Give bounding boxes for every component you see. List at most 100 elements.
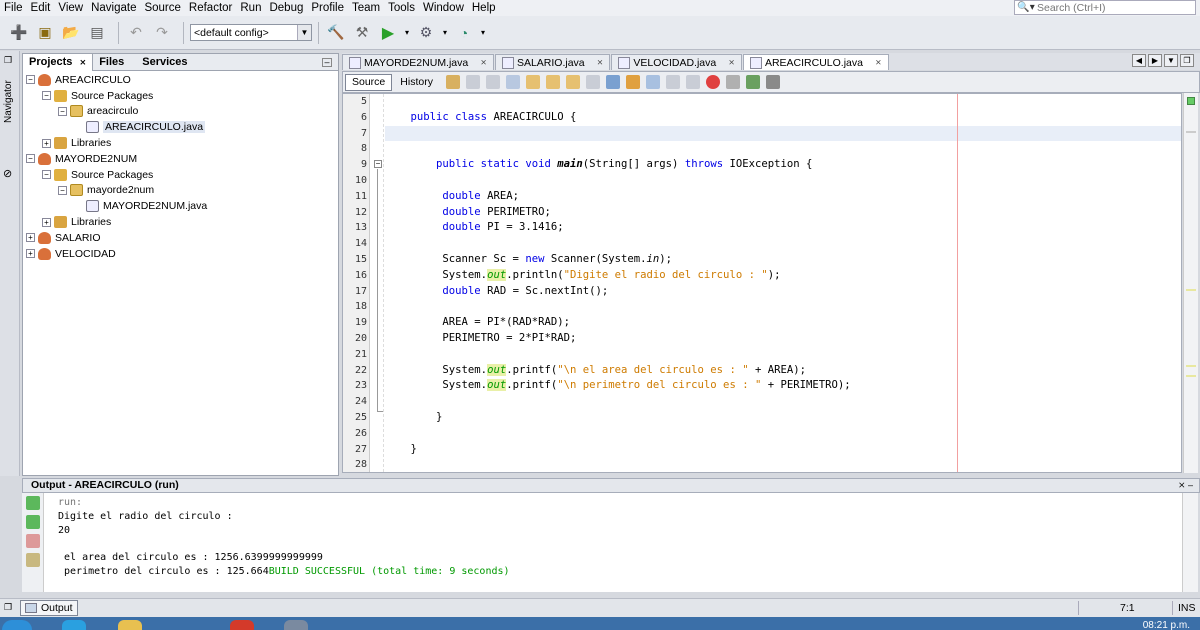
expand-icon[interactable]: + [26, 249, 35, 259]
tree-node-project[interactable]: − AREACIRCULO [23, 72, 338, 88]
code-line[interactable] [385, 94, 1181, 110]
code-line[interactable] [385, 347, 1181, 363]
editor-vertical-scrollbar[interactable] [1183, 93, 1198, 473]
code-line[interactable]: AREA = PI*(RAD*RAD); [385, 315, 1181, 331]
code-line[interactable]: } [385, 410, 1181, 426]
menu-window[interactable]: Window [419, 0, 468, 16]
scroll-tabs-left-icon[interactable]: ◀ [1132, 54, 1146, 67]
editor-tab[interactable]: MAYORDE2NUM.java ⨯ [342, 54, 494, 70]
netbeans-taskbar-icon[interactable] [284, 620, 308, 630]
code-line[interactable] [385, 394, 1181, 410]
restore-editor-icon[interactable]: ❐ [1180, 54, 1194, 67]
scroll-tabs-right-icon[interactable]: ▶ [1148, 54, 1162, 67]
tab-services[interactable]: Services [136, 54, 193, 71]
code-line[interactable] [385, 457, 1181, 472]
history-view-button[interactable]: History [394, 74, 439, 91]
ie-taskbar-icon[interactable] [62, 620, 86, 630]
tree-node-libraries[interactable]: + Libraries [23, 214, 338, 230]
editor-tab[interactable]: VELOCIDAD.java ⨯ [611, 54, 742, 70]
menu-profile[interactable]: Profile [307, 0, 348, 16]
menu-file[interactable]: File [0, 0, 27, 16]
code-line[interactable]: double AREA; [385, 189, 1181, 205]
next-bookmark-icon[interactable] [625, 75, 640, 89]
toggle-bookmark-icon[interactable] [645, 75, 660, 89]
build-hammer-icon[interactable]: 🔨 [325, 22, 347, 44]
find-previous-icon[interactable] [525, 75, 540, 89]
open-project-icon[interactable]: 📂 [60, 22, 82, 44]
code-line[interactable] [385, 236, 1181, 252]
expand-icon[interactable]: + [42, 138, 51, 148]
close-tab-icon[interactable]: ⨯ [597, 58, 604, 67]
search-box[interactable]: 🔍▾ Search (Ctrl+I) [1014, 0, 1196, 15]
code-line[interactable]: } [385, 442, 1181, 458]
collapse-icon[interactable]: − [42, 170, 51, 180]
new-file-icon[interactable]: ➕ [8, 22, 30, 44]
code-editor[interactable]: 5 6 7 8 9 10 11 12 13 14 15 16 17 18 19 20 21 22 23 24 25 26 2… [342, 93, 1182, 473]
close-tab-icon[interactable]: ⨯ [728, 58, 735, 67]
code-line[interactable]: System.out.println("Digite el radio del … [385, 268, 1181, 284]
collapse-icon[interactable]: − [26, 75, 35, 85]
stop-macro-icon[interactable] [725, 75, 740, 89]
menu-help[interactable]: Help [468, 0, 500, 16]
menu-refactor[interactable]: Refactor [185, 0, 236, 16]
comment-icon[interactable] [745, 75, 760, 89]
code-line[interactable]: System.out.printf("\n perimetro del circ… [385, 378, 1181, 394]
menu-run[interactable]: Run [236, 0, 265, 16]
expand-icon[interactable]: + [26, 233, 35, 243]
code-line[interactable] [385, 141, 1181, 157]
code-line[interactable]: double PERIMETRO; [385, 205, 1181, 221]
save-all-icon[interactable]: ▤ [86, 22, 108, 44]
restore-window-icon[interactable]: ❐ [4, 602, 12, 613]
tree-node-project[interactable]: + VELOCIDAD [23, 246, 338, 262]
output-minimized-tab[interactable]: Output [20, 600, 78, 616]
profile-icon[interactable]: ◔ [453, 22, 475, 44]
toggle-selection-icon[interactable] [585, 75, 600, 89]
menu-source[interactable]: Source [140, 0, 184, 16]
close-tab-icon[interactable]: ⨯ [480, 58, 487, 67]
uncomment-icon[interactable] [765, 75, 780, 89]
config-select[interactable]: <default config> ▼ [190, 24, 312, 41]
explorer-taskbar-icon[interactable] [118, 620, 142, 630]
code-line[interactable]: public class AREACIRCULO { [385, 110, 1181, 126]
rerun-icon[interactable] [26, 496, 40, 510]
toggle-highlight-icon[interactable] [565, 75, 580, 89]
menu-navigate[interactable]: Navigate [87, 0, 140, 16]
output-console[interactable]: run: Digite el radio del circulo : 20 el a… [44, 493, 1182, 592]
tab-files[interactable]: Files [93, 54, 130, 71]
run-dropdown-icon[interactable]: ▾ [403, 22, 411, 44]
output-window-controls[interactable]: ⨯ – [1178, 479, 1193, 492]
find-icon[interactable] [505, 75, 520, 89]
code-line[interactable]: PERIMETRO = 2*PI*RAD; [385, 331, 1181, 347]
error-stripe-mark[interactable] [1186, 131, 1196, 133]
source-view-button[interactable]: Source [345, 73, 393, 91]
code-line[interactable]: public static void main(String[] args) t… [385, 157, 1181, 173]
redo-icon[interactable]: ↷ [151, 22, 173, 44]
menu-tools[interactable]: Tools [384, 0, 419, 16]
close-icon[interactable]: ⨯ [79, 58, 86, 67]
collapse-icon[interactable]: − [58, 106, 67, 116]
code-line[interactable] [385, 299, 1181, 315]
tab-projects[interactable]: Projects ⨯ [23, 53, 94, 71]
collapse-icon[interactable]: − [26, 154, 35, 164]
start-button-icon[interactable] [2, 620, 32, 630]
error-stripe-mark[interactable] [1186, 375, 1196, 377]
profile-dropdown-icon[interactable]: ▾ [479, 22, 487, 44]
tree-node-java-file[interactable]: MAYORDE2NUM.java [23, 198, 338, 214]
tree-node-package[interactable]: − mayorde2num [23, 183, 338, 199]
code-line[interactable]: Scanner Sc = new Scanner(System.in); [385, 252, 1181, 268]
rerun-with-params-icon[interactable] [26, 515, 40, 529]
collapse-icon[interactable]: − [42, 91, 51, 101]
close-tab-icon[interactable]: ⨯ [875, 58, 882, 67]
code-line[interactable] [385, 173, 1181, 189]
editor-tab[interactable]: AREACIRCULO.java ⨯ [742, 54, 889, 70]
back-icon[interactable] [465, 75, 480, 89]
tree-node-source-packages[interactable]: − Source Packages [23, 88, 338, 104]
find-next-icon[interactable] [545, 75, 560, 89]
forward-icon[interactable] [485, 75, 500, 89]
tree-node-libraries[interactable]: + Libraries [23, 135, 338, 151]
shift-right-icon[interactable] [685, 75, 700, 89]
start-macro-icon[interactable] [705, 75, 720, 89]
code-line[interactable] [385, 426, 1181, 442]
browser-taskbar-icon[interactable] [230, 620, 254, 630]
menu-debug[interactable]: Debug [265, 0, 307, 16]
